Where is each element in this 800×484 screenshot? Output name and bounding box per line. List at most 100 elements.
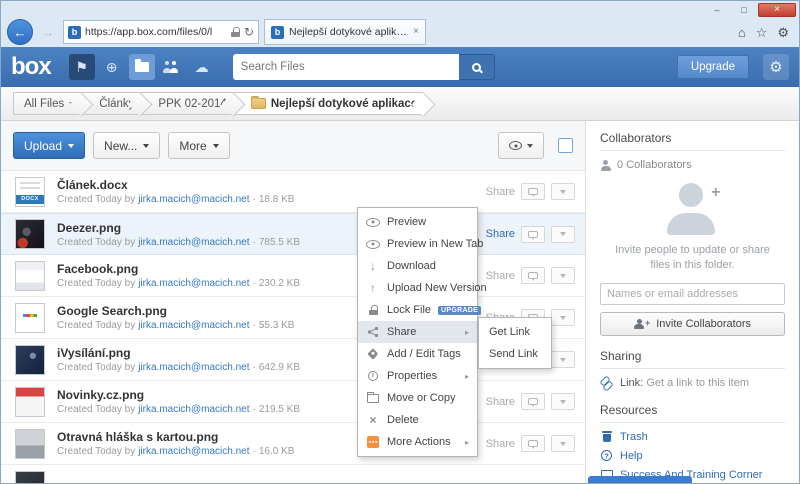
collaborators-heading: Collaborators <box>600 131 785 151</box>
nav-apps-button[interactable] <box>99 54 125 80</box>
resources-heading: Resources <box>600 403 785 423</box>
owner-email-link[interactable]: jirka.macich@macich.net <box>138 278 249 289</box>
tab-close-icon[interactable] <box>413 27 419 37</box>
submenu-item-get-link[interactable]: Get Link <box>479 321 551 343</box>
share-link[interactable]: Share <box>486 438 515 450</box>
menu-item-move-or-copy[interactable]: Move or Copy <box>358 387 477 409</box>
select-all-checkbox[interactable] <box>558 138 573 153</box>
nav-files-button[interactable] <box>129 54 155 80</box>
file-row[interactable]: DOCX Článek.docx Created Today byjirka.m… <box>1 171 585 213</box>
row-menu-button[interactable] <box>551 351 575 368</box>
minimize-button[interactable] <box>704 3 730 17</box>
owner-email-link[interactable]: jirka.macich@macich.net <box>138 404 249 415</box>
nav-sync-button[interactable] <box>189 54 215 80</box>
menu-item-lock-file[interactable]: Lock File UPGRADE <box>358 299 477 321</box>
owner-email-link[interactable]: jirka.macich@macich.net <box>138 194 249 205</box>
row-menu-button[interactable] <box>551 435 575 452</box>
address-bar[interactable]: https://app.box.com/files/0/l <box>63 20 259 44</box>
file-thumbnail <box>15 219 45 249</box>
forward-button[interactable] <box>38 22 58 42</box>
row-menu-button[interactable] <box>551 183 575 200</box>
owner-email-link[interactable]: jirka.macich@macich.net <box>138 320 249 331</box>
comment-button[interactable] <box>521 267 545 284</box>
home-icon[interactable] <box>738 26 746 39</box>
file-thumbnail <box>15 387 45 417</box>
file-meta: Created Today byjirka.macich@macich.net·… <box>57 194 486 205</box>
folder-icon <box>135 62 149 72</box>
submenu-item-send-link[interactable]: Send Link <box>479 343 551 365</box>
close-button[interactable] <box>758 3 796 17</box>
owner-email-link[interactable]: jirka.macich@macich.net <box>138 362 249 373</box>
nav-updates-button[interactable] <box>69 54 95 80</box>
plus-icon <box>711 185 720 201</box>
browser-window: https://app.box.com/files/0/l Nejlepší d… <box>0 0 800 484</box>
menu-item-upload-new-version[interactable]: Upload New Version <box>358 277 477 299</box>
row-menu-button[interactable] <box>551 393 575 410</box>
upgrade-button[interactable]: Upgrade <box>677 55 749 79</box>
owner-email-link[interactable]: jirka.macich@macich.net <box>138 237 249 248</box>
breadcrumb-current-folder[interactable]: Nejlepší dotykové aplikace <box>233 92 423 115</box>
refresh-icon[interactable] <box>244 26 254 38</box>
owner-email-link[interactable]: jirka.macich@macich.net <box>138 446 249 457</box>
more-button[interactable]: More <box>168 132 229 159</box>
help-link[interactable]: Help <box>600 450 785 462</box>
file-row[interactable]: Facebook.png Created Today byjirka.macic… <box>1 255 585 297</box>
invite-emails-input[interactable] <box>600 283 785 305</box>
menu-item-more-actions[interactable]: More Actions <box>358 431 477 453</box>
menu-item-delete[interactable]: Delete <box>358 409 477 431</box>
comment-button[interactable] <box>521 435 545 452</box>
view-options-button[interactable] <box>498 132 544 159</box>
get-link-row[interactable]: Link: Get a link to this item <box>600 377 785 390</box>
ssl-lock-icon <box>231 27 240 37</box>
files-toolbar: Upload New... More <box>1 121 585 171</box>
share-link[interactable]: Share <box>486 396 515 408</box>
delete-icon <box>366 414 380 426</box>
chevron-down-icon <box>69 102 75 106</box>
search-button[interactable] <box>459 54 495 80</box>
search-input[interactable] <box>233 54 459 80</box>
share-link[interactable]: Share <box>486 270 515 282</box>
account-settings-button[interactable] <box>763 54 789 80</box>
file-row[interactable]: Novinky.cz.png Created Today byjirka.mac… <box>1 381 585 423</box>
nav-collaborators-button[interactable] <box>159 54 185 80</box>
trash-link[interactable]: Trash <box>600 431 785 443</box>
comment-button[interactable] <box>521 183 545 200</box>
comment-icon <box>528 272 538 279</box>
maximize-button[interactable] <box>731 3 757 17</box>
upgrade-badge: UPGRADE <box>438 306 481 315</box>
breadcrumb-all-files[interactable]: All Files <box>13 92 81 115</box>
comment-icon <box>528 398 538 405</box>
breadcrumb-ppk[interactable]: PPK 02-2014 <box>140 92 232 115</box>
row-menu-button[interactable] <box>551 309 575 326</box>
menu-item-preview-new-tab[interactable]: Preview in New Tab <box>358 233 477 255</box>
row-menu-button[interactable] <box>551 267 575 284</box>
row-menu-button[interactable] <box>551 226 575 243</box>
tab-title: Nejlepší dotykové aplikace ... <box>289 26 408 38</box>
comment-button[interactable] <box>521 393 545 410</box>
file-row[interactable]: Otravná hláška s kartou.png Created Toda… <box>1 423 585 465</box>
chevron-down-icon <box>527 144 533 148</box>
collaborators-count: 0 Collaborators <box>600 159 785 171</box>
share-icon <box>366 326 380 338</box>
box-logo[interactable]: box <box>11 53 51 81</box>
box-favicon <box>68 26 81 39</box>
file-row-selected[interactable]: Deezer.png Created Today byjirka.macich@… <box>1 213 585 255</box>
invite-collaborators-button[interactable]: Invite Collaborators <box>600 312 785 336</box>
new-button[interactable]: New... <box>93 132 160 159</box>
settings-icon[interactable] <box>777 26 789 39</box>
comment-button[interactable] <box>521 226 545 243</box>
menu-item-properties[interactable]: Properties <box>358 365 477 387</box>
favorites-icon[interactable] <box>756 26 768 39</box>
upload-button[interactable]: Upload <box>13 132 85 159</box>
browser-tab[interactable]: Nejlepší dotykové aplikace ... <box>264 19 426 45</box>
menu-item-preview[interactable]: Preview <box>358 211 477 233</box>
chevron-down-icon <box>560 316 566 320</box>
back-button[interactable] <box>7 19 33 45</box>
chevron-down-icon <box>213 144 219 148</box>
menu-item-add-edit-tags[interactable]: Add / Edit Tags <box>358 343 477 365</box>
menu-item-share[interactable]: Share <box>358 321 477 343</box>
share-link[interactable]: Share <box>486 228 515 240</box>
share-link[interactable]: Share <box>486 186 515 198</box>
file-row-partial[interactable] <box>1 465 585 483</box>
menu-item-download[interactable]: Download <box>358 255 477 277</box>
